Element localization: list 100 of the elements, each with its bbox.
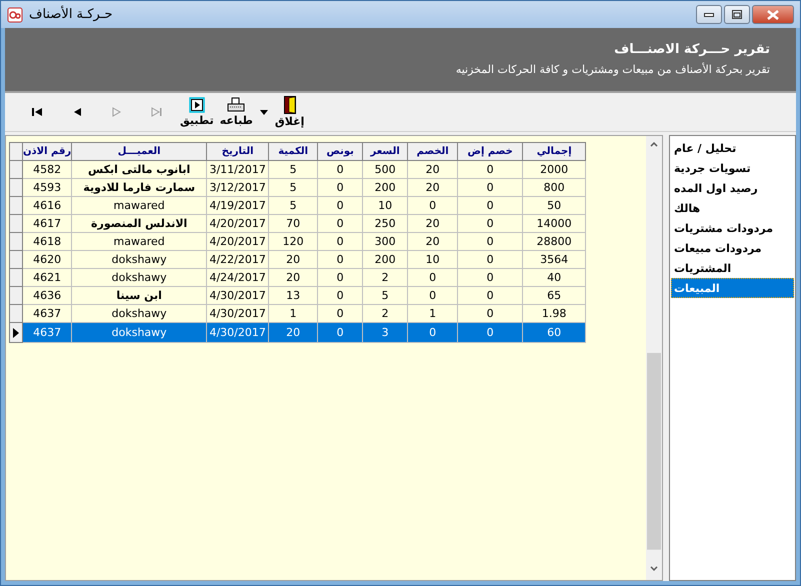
print-button[interactable]: طباعه bbox=[216, 97, 256, 127]
table-cell: 0 bbox=[318, 250, 363, 268]
table-cell: 0 bbox=[458, 304, 523, 322]
report-subtitle: تقرير بحركة الأصناف من مبيعات ومشتريات و كافة الحركات المخزنيه bbox=[456, 63, 770, 76]
table-cell: 20 bbox=[408, 160, 458, 178]
column-header[interactable]: إجمالي bbox=[522, 142, 586, 160]
table-cell: 3564 bbox=[522, 250, 586, 268]
table-cell: 20 bbox=[408, 214, 458, 232]
list-item[interactable]: تحليل / عام bbox=[671, 138, 794, 158]
table-cell: 0 bbox=[458, 196, 523, 214]
table-cell: 4637 bbox=[22, 304, 72, 322]
table-cell: dokshawy bbox=[72, 268, 207, 286]
table-cell: 5 bbox=[362, 286, 408, 304]
table-cell: 65 bbox=[522, 286, 586, 304]
table-cell: 3/12/2017 bbox=[206, 178, 269, 196]
table-cell: 4621 bbox=[22, 268, 72, 286]
table-cell: 4637 bbox=[22, 322, 72, 342]
table-cell: 0 bbox=[408, 286, 458, 304]
table-cell: 2000 bbox=[522, 160, 586, 178]
table-cell: 250 bbox=[362, 214, 408, 232]
list-item[interactable]: تسويات جردية bbox=[671, 158, 794, 178]
table-cell: 0 bbox=[408, 196, 458, 214]
column-header[interactable]: رقم الاذن bbox=[22, 142, 72, 160]
table-cell: 4620 bbox=[22, 250, 72, 268]
vertical-scrollbar[interactable] bbox=[646, 136, 662, 580]
row-selector[interactable] bbox=[10, 322, 22, 342]
table-cell: 0 bbox=[458, 160, 523, 178]
last-record-icon bbox=[151, 107, 163, 117]
column-header[interactable]: السعر bbox=[362, 142, 408, 160]
table-cell: 14000 bbox=[522, 214, 586, 232]
table-cell: 4593 bbox=[22, 178, 72, 196]
table-cell: 0 bbox=[458, 178, 523, 196]
table-cell: 2 bbox=[362, 304, 408, 322]
list-item[interactable]: مردودات مبيعات bbox=[671, 238, 794, 258]
table-cell: 0 bbox=[458, 322, 523, 342]
minimize-icon bbox=[704, 12, 714, 16]
minimize-button[interactable] bbox=[696, 5, 722, 24]
first-record-icon bbox=[31, 107, 43, 117]
table-cell: 0 bbox=[318, 268, 363, 286]
table-cell: 20 bbox=[268, 322, 318, 342]
table-cell: 0 bbox=[318, 232, 363, 250]
apply-button[interactable]: تطبيق bbox=[177, 97, 217, 127]
table-cell: 28800 bbox=[522, 232, 586, 250]
table-cell: 4618 bbox=[22, 232, 72, 250]
table-cell: mawared bbox=[72, 196, 207, 214]
table-cell: 60 bbox=[522, 322, 586, 342]
table-cell: 500 bbox=[362, 160, 408, 178]
column-header[interactable]: الكمية bbox=[268, 142, 318, 160]
table-cell: 300 bbox=[362, 232, 408, 250]
table-cell: 1 bbox=[408, 304, 458, 322]
table-cell: 5 bbox=[268, 196, 318, 214]
table-cell: 4616 bbox=[22, 196, 72, 214]
list-item[interactable]: المبيعات bbox=[671, 278, 794, 298]
table-cell: 4/30/2017 bbox=[206, 286, 269, 304]
window-title: حـركـة الأصناف bbox=[29, 7, 114, 22]
table-cell: 13 bbox=[268, 286, 318, 304]
maximize-icon bbox=[732, 10, 742, 19]
table-cell: 120 bbox=[268, 232, 318, 250]
list-item[interactable]: هالك bbox=[671, 198, 794, 218]
table-cell: الاندلس المنصورة bbox=[72, 214, 207, 232]
door-icon bbox=[284, 96, 296, 114]
app-icon bbox=[7, 6, 23, 22]
column-header[interactable]: العميـــل bbox=[72, 142, 207, 160]
table-cell: 10 bbox=[362, 196, 408, 214]
table-cell: 4/19/2017 bbox=[206, 196, 269, 214]
table-cell: 4636 bbox=[22, 286, 72, 304]
column-header[interactable]: خصم إض bbox=[458, 142, 523, 160]
table-cell: 0 bbox=[318, 160, 363, 178]
next-record-icon bbox=[111, 107, 123, 117]
table-cell: 0 bbox=[408, 322, 458, 342]
column-header[interactable]: الخصم bbox=[408, 142, 458, 160]
list-item[interactable]: رصيد اول المده bbox=[671, 178, 794, 198]
table-cell: 40 bbox=[522, 268, 586, 286]
play-icon bbox=[188, 97, 205, 113]
table-cell: 0 bbox=[408, 268, 458, 286]
table-cell: 0 bbox=[318, 304, 363, 322]
close-button[interactable] bbox=[752, 5, 794, 24]
table-cell: 0 bbox=[458, 268, 523, 286]
table-cell: ابانوب مالتى ابكس bbox=[72, 160, 207, 178]
table-cell: 70 bbox=[268, 214, 318, 232]
table-cell: ابن سينا bbox=[72, 286, 207, 304]
table-cell: 0 bbox=[458, 214, 523, 232]
table-cell: dokshawy bbox=[72, 250, 207, 268]
table-cell: 10 bbox=[408, 250, 458, 268]
table-cell: dokshawy bbox=[72, 304, 207, 322]
current-row-icon bbox=[13, 328, 19, 338]
table-cell: 20 bbox=[408, 232, 458, 250]
table-cell: 5 bbox=[268, 178, 318, 196]
list-item[interactable]: مردودات مشتريات bbox=[671, 218, 794, 238]
table-cell: 4/30/2017 bbox=[206, 304, 269, 322]
table-cell: 0 bbox=[458, 250, 523, 268]
table-cell: 4/20/2017 bbox=[206, 214, 269, 232]
list-item[interactable]: المشتريات bbox=[671, 258, 794, 278]
column-header[interactable]: بونص bbox=[318, 142, 363, 160]
row-selector-header bbox=[10, 142, 22, 160]
maximize-button[interactable] bbox=[724, 5, 750, 24]
table-cell: 50 bbox=[522, 196, 586, 214]
table-cell: dokshawy bbox=[72, 322, 207, 342]
column-header[interactable]: التاريخ bbox=[206, 142, 269, 160]
close-button[interactable]: إغلاق bbox=[272, 96, 308, 128]
